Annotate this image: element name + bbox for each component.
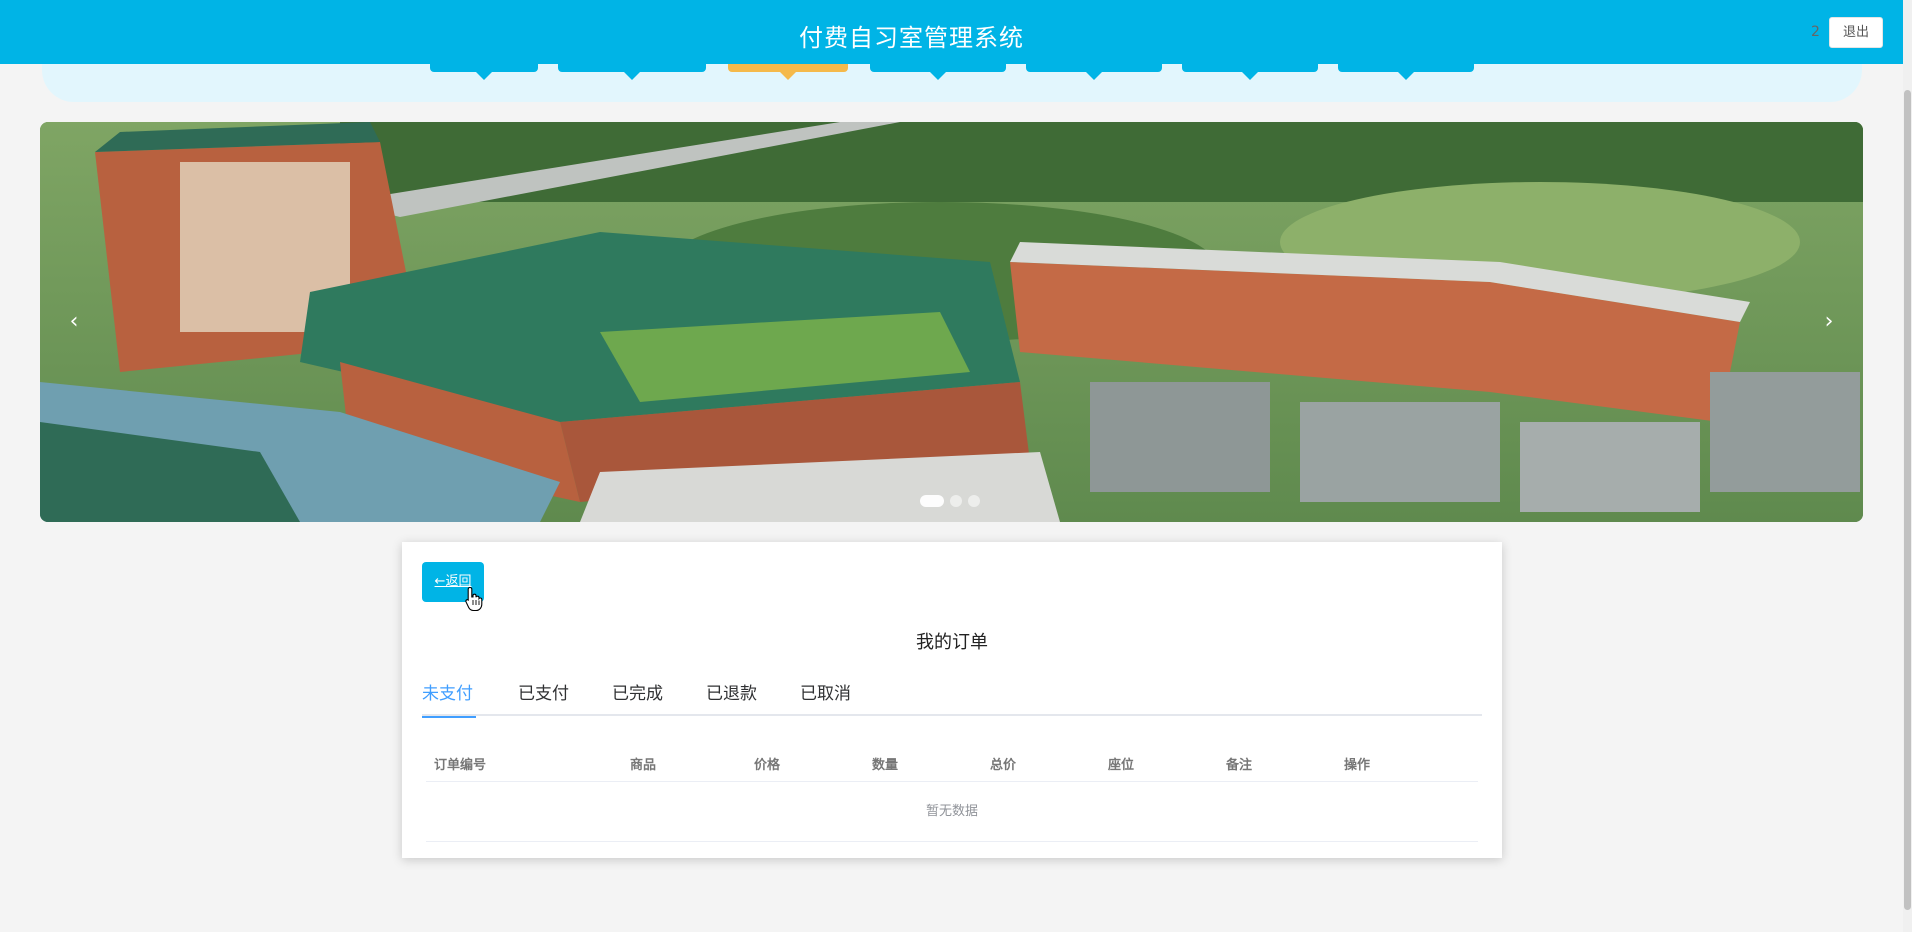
app-title: 付费自习室管理系统 (799, 24, 1024, 52)
orders-title: 我的订单 (916, 632, 988, 653)
column-header-price: 价格 (754, 758, 781, 773)
current-user-name: 2 (1811, 24, 1820, 40)
carousel-dot-1[interactable] (920, 495, 944, 507)
table-empty-state: 暂无数据 (426, 782, 1478, 842)
carousel-prev-icon[interactable]: ‹ (54, 302, 94, 342)
carousel-next-icon[interactable]: › (1809, 302, 1849, 342)
scrollbar-thumb[interactable] (1904, 90, 1911, 910)
column-header-product: 商品 (630, 758, 657, 773)
page-scrollbar[interactable] (1903, 0, 1912, 932)
hand-pointer-cursor-icon (465, 586, 483, 612)
column-header-total: 总价 (990, 758, 1017, 773)
banner-carousel[interactable]: ‹ › (40, 122, 1863, 522)
carousel-dot-3[interactable] (968, 495, 980, 507)
logout-button[interactable]: 退出 (1829, 17, 1883, 48)
carousel-dot-2[interactable] (950, 495, 962, 507)
column-header-quantity: 数量 (872, 758, 899, 773)
top-header: 付费自习室管理系统 2 退出 (0, 0, 1903, 64)
column-header-action: 操作 (1344, 758, 1371, 773)
column-header-order-number: 订单编号 (434, 758, 487, 773)
tab-cancelled[interactable]: 已取消 (800, 682, 854, 716)
column-header-remark: 备注 (1226, 758, 1253, 773)
tab-unpaid[interactable]: 未支付 (422, 682, 476, 718)
orders-panel: ←返回 我的订单 未支付 已支付 已完成 已退款 已取消 订单编号 商品 价格 … (402, 542, 1502, 858)
tab-refunded[interactable]: 已退款 (706, 682, 760, 716)
tab-completed[interactable]: 已完成 (612, 682, 666, 716)
campus-banner-image (40, 122, 1863, 522)
carousel-indicators (920, 495, 980, 507)
order-status-tabs: 未支付 已支付 已完成 已退款 已取消 (422, 682, 1482, 718)
column-header-seat: 座位 (1108, 758, 1135, 773)
tab-paid[interactable]: 已支付 (518, 682, 572, 716)
orders-table-header: 订单编号 商品 价格 数量 总价 座位 备注 操作 (426, 742, 1478, 782)
